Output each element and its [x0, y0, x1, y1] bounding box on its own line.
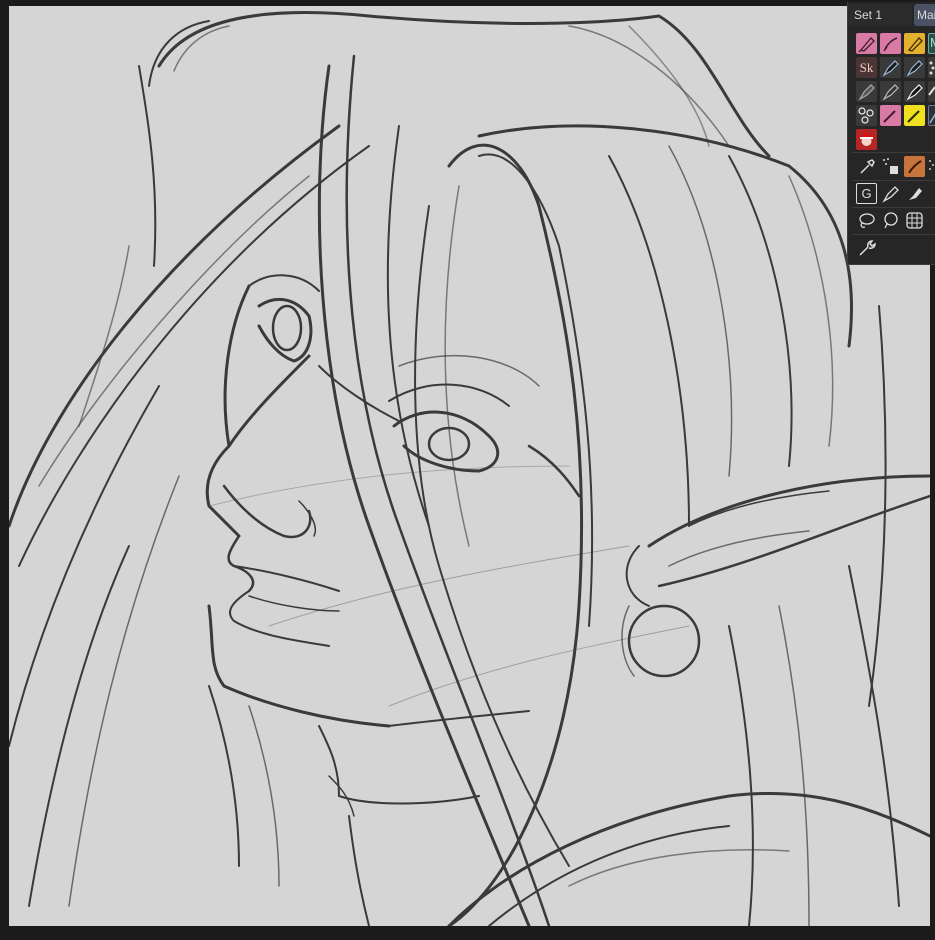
orange-brush-icon[interactable] [904, 156, 925, 177]
ink-pen-icon[interactable] [904, 81, 925, 102]
gray-pen-2-icon[interactable] [880, 81, 901, 102]
fountain-pen-icon[interactable] [880, 183, 901, 204]
palette-tabs: Set 1 Mai [848, 2, 935, 28]
text-g-label: G [861, 186, 872, 201]
sketch-artwork [9, 11, 930, 926]
workspace [0, 0, 935, 940]
pink-pen-2-icon[interactable] [880, 33, 901, 54]
dots-brush-icon[interactable] [928, 156, 935, 177]
palette-divider [852, 234, 935, 235]
tab-main[interactable]: Mai [914, 4, 935, 26]
brush-dots-icon[interactable] [928, 57, 935, 78]
yellow-pencil-icon[interactable] [904, 105, 925, 126]
spray-icon[interactable] [880, 156, 901, 177]
lasso-2-icon[interactable] [880, 210, 901, 231]
yellow-pen-icon[interactable] [904, 33, 925, 54]
nib-pen-2-icon[interactable] [904, 57, 925, 78]
nib-pen-icon[interactable] [880, 57, 901, 78]
sketch-icon-label: Sk [859, 60, 874, 75]
blender-icon[interactable] [904, 183, 925, 204]
grid-icon[interactable] [904, 210, 925, 231]
teal-marker-label: M [930, 35, 935, 50]
eraser-icon[interactable] [928, 81, 935, 102]
pink-pen-icon[interactable] [856, 33, 877, 54]
text-g-icon[interactable]: G [856, 183, 877, 204]
wrench-icon[interactable] [856, 238, 877, 259]
eyedropper-icon[interactable] [856, 156, 877, 177]
pink-pencil-icon[interactable] [880, 105, 901, 126]
lasso-icon[interactable] [856, 210, 877, 231]
tool-palette: Set 1 Mai M Sk [847, 2, 935, 265]
palette-divider [852, 180, 935, 181]
selected-pen-icon[interactable] [928, 105, 935, 126]
gray-pen-icon[interactable] [856, 81, 877, 102]
sketch-icon[interactable]: Sk [856, 57, 877, 78]
teal-marker-icon[interactable]: M [928, 33, 935, 54]
santa-icon[interactable] [856, 129, 877, 150]
palette-divider [852, 207, 935, 208]
pattern-icon[interactable] [856, 105, 877, 126]
palette-divider [852, 152, 935, 153]
drawing-canvas[interactable] [9, 6, 930, 926]
tab-set-1[interactable]: Set 1 [848, 4, 912, 26]
